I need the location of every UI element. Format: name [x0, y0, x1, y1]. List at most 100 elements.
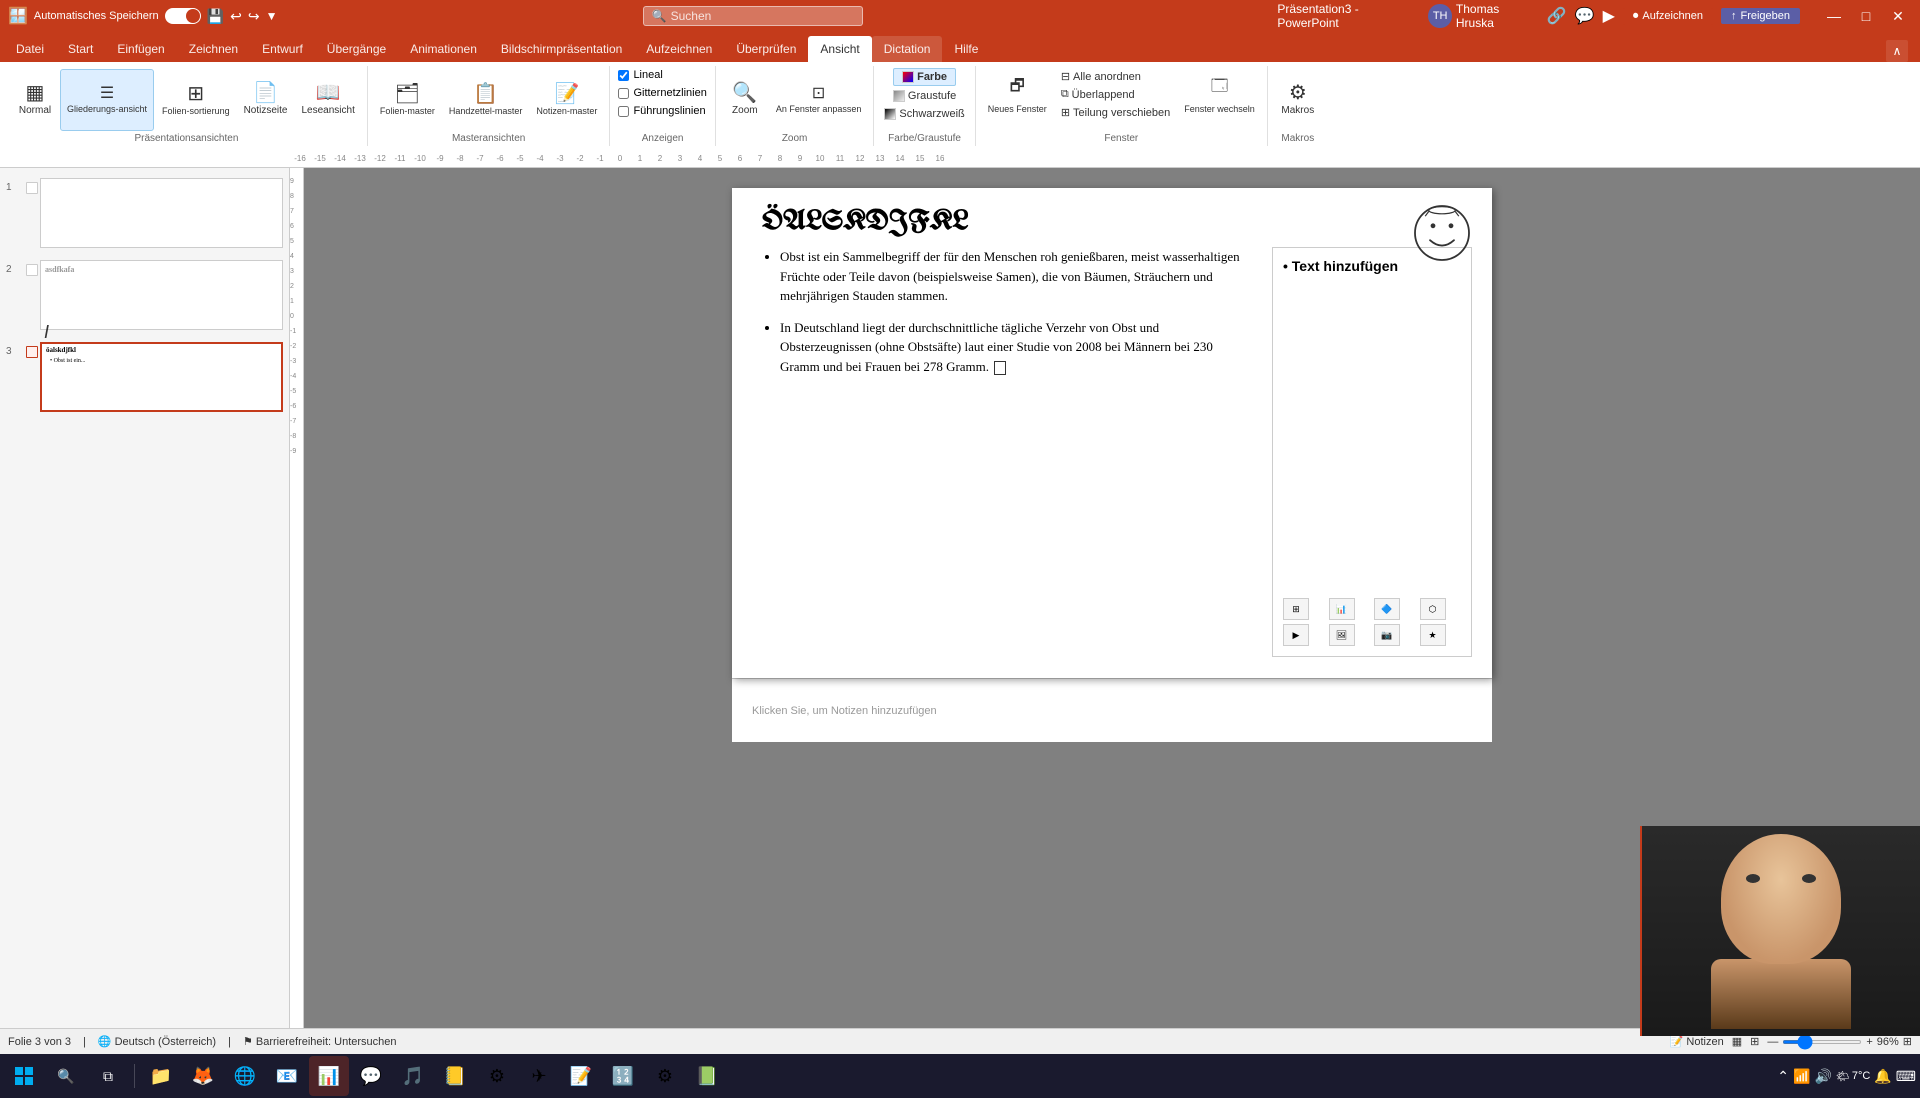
network-icon[interactable]: 📶 — [1793, 1068, 1810, 1085]
autosave-toggle[interactable] — [165, 8, 201, 24]
insert-stock-icon[interactable]: 📷 — [1374, 624, 1400, 646]
normal-button[interactable]: ▦ Normal — [12, 69, 58, 131]
onenote-button[interactable]: 📒 — [435, 1056, 475, 1096]
fenster-wechseln-button[interactable]: 🗔 Fenster wechseln — [1178, 71, 1261, 118]
keyboard-icon[interactable]: ⌨ — [1896, 1068, 1916, 1085]
insert-media-icon[interactable]: ▶ — [1283, 624, 1309, 646]
anpassen-button[interactable]: ⊡ An Fenster anpassen — [770, 69, 868, 131]
teilung-button[interactable]: ⊞ Teilung verschieben — [1057, 104, 1174, 121]
tab-hilfe[interactable]: Hilfe — [942, 36, 990, 62]
slide-thumbnail-2[interactable]: 2 asdfkafa — [4, 258, 285, 332]
firefox-button[interactable]: 🦊 — [183, 1056, 223, 1096]
tab-ansicht[interactable]: Ansicht — [808, 36, 871, 62]
insert-icons-icon[interactable]: ★ — [1420, 624, 1446, 646]
redo-icon[interactable]: ↪ — [248, 8, 260, 25]
tab-entwurf[interactable]: Entwurf — [250, 36, 315, 62]
weather-widget[interactable]: 🌤 7°C — [1836, 1070, 1870, 1083]
normal-view-btn[interactable]: ▦ — [1732, 1035, 1742, 1048]
tab-animationen[interactable]: Animationen — [398, 36, 489, 62]
handzettelmaster-button[interactable]: 📋 Handzettel-master — [443, 69, 529, 131]
calc-button[interactable]: 🔢 — [603, 1056, 643, 1096]
minimize-button[interactable]: — — [1820, 2, 1848, 30]
schwarzweiß-button[interactable]: Schwarzweiß — [880, 106, 968, 122]
notes-toggle[interactable]: 📝 Notizen — [1670, 1035, 1724, 1048]
search-box[interactable]: 🔍 Suchen — [643, 6, 863, 26]
office-icon[interactable]: 🪟 — [8, 6, 28, 26]
zoom-button[interactable]: 🔍 Zoom — [722, 69, 768, 131]
current-slide[interactable]: ÖALSKDJFKL Obst ist ein Sammelbegriff de… — [732, 188, 1492, 678]
chrome-button[interactable]: 🌐 — [225, 1056, 265, 1096]
slide-bullet-2[interactable]: In Deutschland liegt der durchschnittlic… — [780, 318, 1252, 377]
slide-right-box[interactable]: • Text hinzufügen ⊞ 📊 🔷 ⬡ ▶ 🖼 📷 ★ — [1272, 247, 1472, 657]
task-view-button[interactable]: ⧉ — [88, 1056, 128, 1096]
close-button[interactable]: ✕ — [1884, 2, 1912, 30]
teams-button[interactable]: 💬 — [351, 1056, 391, 1096]
überlappend-button[interactable]: ⧉ Überlappend — [1057, 86, 1174, 103]
folienmaster-button[interactable]: 🗂 Folien-master — [374, 69, 441, 131]
slide-thumbnail-1[interactable]: 1 — [4, 176, 285, 250]
settings-button[interactable]: ⚙ — [645, 1056, 685, 1096]
tab-übergänge[interactable]: Übergänge — [315, 36, 398, 62]
alle-anordnen-button[interactable]: ⊟ Alle anordnen — [1057, 68, 1174, 85]
tab-datei[interactable]: Datei — [4, 36, 56, 62]
outlook-button[interactable]: 📧 — [267, 1056, 307, 1096]
visual-studio-button[interactable]: ⚙ — [477, 1056, 517, 1096]
insert-table-icon[interactable]: ⊞ — [1283, 598, 1309, 620]
save-icon[interactable]: 💾 — [207, 8, 224, 25]
notification-icon[interactable]: 🔔 — [1874, 1068, 1891, 1085]
present-icon[interactable]: ▶ — [1603, 6, 1615, 26]
zoom-range-input[interactable] — [1782, 1040, 1862, 1044]
foliensortierung-button[interactable]: ⊞ Folien-sortierung — [156, 69, 236, 131]
aufzeichnen-button[interactable]: ⏺ Aufzeichnen — [1623, 8, 1713, 25]
tab-bildschirmpräsentation[interactable]: Bildschirmpräsentation — [489, 36, 634, 62]
insert-picture-icon[interactable]: 🖼 — [1329, 624, 1355, 646]
notes-panel[interactable]: Klicken Sie, um Notizen hinzuzufügen — [732, 678, 1492, 742]
tab-aufzeichnen[interactable]: Aufzeichnen — [634, 36, 724, 62]
gliederungsansicht-button[interactable]: ☰ Gliederungs-ansicht — [60, 69, 154, 131]
graustufe-button[interactable]: Graustufe — [889, 88, 960, 104]
accessibility-indicator[interactable]: ⚑ Barrierefreiheit: Untersuchen — [243, 1035, 397, 1048]
excel-button[interactable]: 📗 — [687, 1056, 727, 1096]
notepad-button[interactable]: 📝 — [561, 1056, 601, 1096]
insert-chart-icon[interactable]: 📊 — [1329, 598, 1355, 620]
spotify-button[interactable]: 🎵 — [393, 1056, 433, 1096]
farbe-button[interactable]: Farbe — [893, 68, 956, 86]
slide-main-text[interactable]: Obst ist ein Sammelbegriff der für den M… — [752, 247, 1262, 657]
slide-title[interactable]: ÖALSKDJFKL — [732, 188, 1492, 247]
undo-icon[interactable]: ↩ — [230, 8, 242, 25]
tab-einfügen[interactable]: Einfügen — [105, 36, 176, 62]
tab-dictation[interactable]: Dictation — [872, 36, 943, 62]
führungslinien-checkbox[interactable]: Führungslinien — [616, 104, 707, 118]
leseansicht-button[interactable]: 📖 Leseansicht — [295, 69, 360, 131]
slide-thumbnail-3[interactable]: 3 öalskdjfkl • Obst ist ein... — [4, 340, 285, 414]
neues-fenster-button[interactable]: 🗗 Neues Fenster — [982, 71, 1053, 118]
comments-icon[interactable]: 💬 — [1575, 6, 1595, 26]
search-taskbar-button[interactable]: 🔍 — [46, 1056, 86, 1096]
start-button[interactable] — [4, 1056, 44, 1096]
volume-icon[interactable]: 🔊 — [1814, 1068, 1831, 1085]
makros-button[interactable]: ⚙ Makros — [1275, 69, 1321, 131]
system-tray[interactable]: ⌃ — [1777, 1068, 1789, 1085]
insert-smartart-icon[interactable]: 🔷 — [1374, 598, 1400, 620]
notizenmaster-button[interactable]: 📝 Notizen-master — [530, 69, 603, 131]
gitternetzlinien-checkbox[interactable]: Gitternetzlinien — [616, 86, 708, 100]
language-indicator[interactable]: 🌐 Deutsch (Österreich) — [98, 1035, 216, 1048]
lineal-checkbox[interactable]: Lineal — [616, 68, 664, 82]
telegram-button[interactable]: ✈ — [519, 1056, 559, 1096]
zoom-slider[interactable]: — + 96% ⊞ — [1767, 1035, 1912, 1048]
file-explorer-button[interactable]: 📁 — [141, 1056, 181, 1096]
slide-bullet-1[interactable]: Obst ist ein Sammelbegriff der für den M… — [780, 247, 1252, 306]
share-icon[interactable]: 🔗 — [1547, 6, 1567, 26]
smiley-face[interactable] — [1412, 203, 1472, 263]
freigeben-button[interactable]: ↑ Freigeben — [1721, 8, 1800, 24]
user-avatar[interactable]: TH — [1428, 4, 1451, 28]
ribbon-collapse-button[interactable]: ∧ — [1886, 40, 1908, 62]
quick-access-icon[interactable]: ▼ — [266, 9, 278, 23]
notizseite-button[interactable]: 📄 Notizseite — [238, 69, 294, 131]
tab-zeichnen[interactable]: Zeichnen — [177, 36, 250, 62]
powerpoint-button[interactable]: 📊 — [309, 1056, 349, 1096]
insert-3d-icon[interactable]: ⬡ — [1420, 598, 1446, 620]
tab-überprüfen[interactable]: Überprüfen — [724, 36, 808, 62]
maximize-button[interactable]: □ — [1852, 2, 1880, 30]
tab-start[interactable]: Start — [56, 36, 105, 62]
